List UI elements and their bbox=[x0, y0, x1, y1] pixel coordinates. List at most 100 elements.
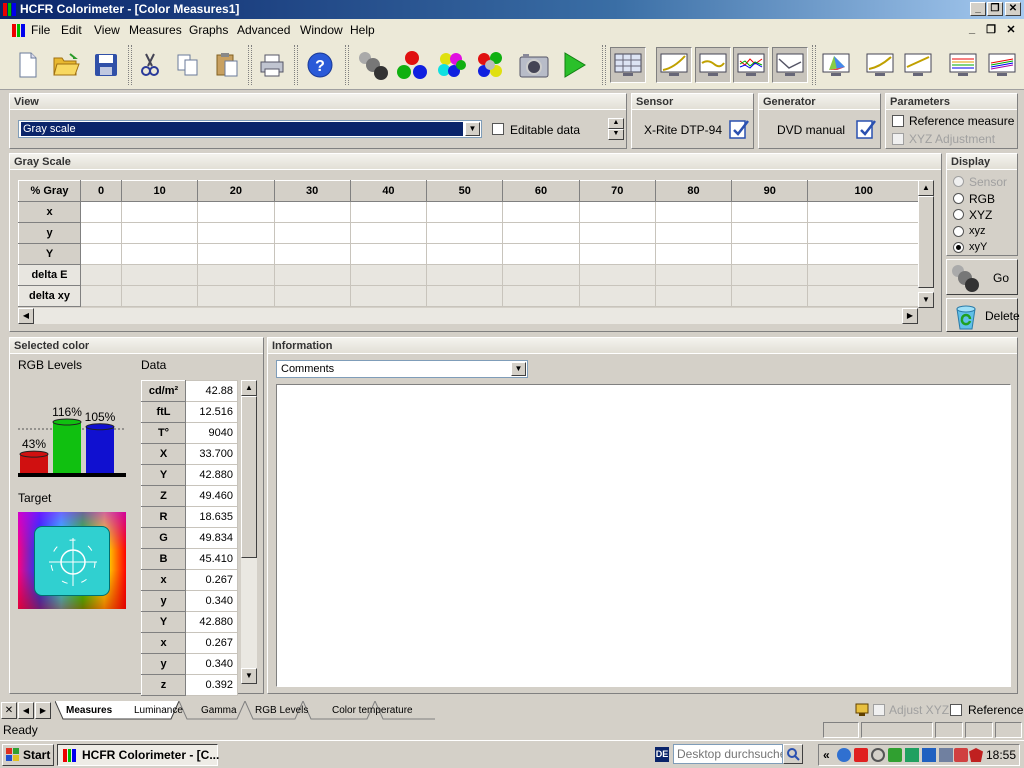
scroll-down-button[interactable]: ▼ bbox=[241, 668, 257, 684]
sensor-config-icon[interactable] bbox=[728, 118, 750, 140]
reference-measure-checkbox[interactable] bbox=[892, 115, 904, 127]
column-header[interactable]: 30 bbox=[273, 180, 351, 202]
tab-scroll-left-button[interactable]: ◀ bbox=[18, 702, 34, 719]
search-tray-icon[interactable] bbox=[871, 748, 885, 762]
menu-advanced[interactable]: Advanced bbox=[237, 23, 290, 37]
scroll-right-button[interactable]: ▶ bbox=[902, 308, 918, 324]
camera-icon[interactable] bbox=[516, 47, 552, 83]
scroll-left-button[interactable]: ◀ bbox=[18, 308, 34, 324]
table-vertical-scrollbar[interactable]: ▲ ▼ bbox=[918, 180, 934, 308]
close-view-button[interactable]: ✕ bbox=[1, 702, 17, 719]
scroll-thumb[interactable] bbox=[918, 196, 934, 288]
spin-down-button[interactable]: ▼ bbox=[608, 129, 624, 140]
comments-textarea[interactable] bbox=[276, 384, 1011, 687]
paste-icon[interactable] bbox=[209, 47, 245, 83]
menu-help[interactable]: Help bbox=[350, 23, 375, 37]
radio-xyz-lower[interactable] bbox=[953, 226, 964, 237]
update-icon[interactable] bbox=[888, 748, 902, 762]
measure-all-icon[interactable] bbox=[473, 47, 509, 83]
tab-color-temperature[interactable]: Color temperature bbox=[322, 702, 423, 720]
information-select[interactable]: Comments ▼ bbox=[276, 360, 528, 378]
tab-luminance[interactable]: Luminance bbox=[124, 702, 193, 720]
mdi-restore-button[interactable]: ❐ bbox=[984, 23, 998, 36]
reference-checkbox[interactable] bbox=[950, 704, 962, 716]
menu-edit[interactable]: Edit bbox=[61, 23, 82, 37]
luminance-graph-icon[interactable] bbox=[656, 47, 692, 83]
column-header[interactable]: 0 bbox=[79, 180, 123, 202]
editable-data-checkbox[interactable] bbox=[492, 123, 504, 135]
column-header[interactable]: 90 bbox=[731, 180, 809, 202]
menu-measures[interactable]: Measures bbox=[129, 23, 182, 37]
view-select[interactable]: Gray scale ▼ bbox=[18, 120, 482, 138]
tab-measures[interactable]: Measures bbox=[56, 702, 122, 720]
copy-icon[interactable] bbox=[170, 47, 206, 83]
table-horizontal-scrollbar[interactable]: ◀ ▶ bbox=[18, 308, 918, 324]
spin-up-button[interactable]: ▲ bbox=[608, 118, 624, 129]
security-shield-icon[interactable] bbox=[969, 748, 983, 762]
adjust-xyz-checkbox[interactable] bbox=[873, 704, 885, 716]
close-button[interactable]: ✕ bbox=[1005, 2, 1021, 16]
print-icon[interactable] bbox=[254, 47, 290, 83]
column-header[interactable]: 50 bbox=[426, 180, 504, 202]
menu-file[interactable]: File bbox=[31, 23, 50, 37]
generator-config-icon[interactable] bbox=[855, 118, 877, 140]
measure-gray-icon[interactable] bbox=[354, 47, 390, 83]
start-button[interactable]: Start bbox=[2, 744, 54, 766]
new-icon[interactable] bbox=[10, 47, 46, 83]
multi-graph-2-icon[interactable] bbox=[984, 47, 1020, 83]
scroll-down-button[interactable]: ▼ bbox=[918, 292, 934, 308]
antivirus-icon[interactable] bbox=[854, 748, 868, 762]
gamma-graph-icon[interactable] bbox=[695, 47, 731, 83]
near-black-graph-icon[interactable] bbox=[862, 47, 898, 83]
column-header[interactable]: 100 bbox=[807, 180, 920, 202]
connection-icon[interactable] bbox=[905, 748, 919, 762]
go-button[interactable]: Go bbox=[946, 259, 1018, 295]
tab-gamma[interactable]: Gamma bbox=[191, 702, 247, 720]
measure-primaries-icon[interactable] bbox=[394, 47, 430, 83]
scroll-up-button[interactable]: ▲ bbox=[241, 380, 257, 396]
taskbar-app-button[interactable]: HCFR Colorimeter - [C... bbox=[57, 744, 219, 766]
column-header[interactable]: 70 bbox=[578, 180, 656, 202]
mdi-minimize-button[interactable]: _ bbox=[965, 23, 979, 35]
multi-graph-icon[interactable] bbox=[945, 47, 981, 83]
measure-secondaries-icon[interactable] bbox=[433, 47, 469, 83]
radio-sensor[interactable] bbox=[953, 176, 964, 187]
desktop-search-input[interactable] bbox=[673, 744, 783, 764]
data-view-icon[interactable] bbox=[610, 47, 646, 83]
chevron-down-icon[interactable]: ▼ bbox=[511, 362, 526, 376]
column-header[interactable]: 10 bbox=[121, 180, 199, 202]
play-icon[interactable] bbox=[556, 47, 592, 83]
near-white-graph-icon[interactable] bbox=[900, 47, 936, 83]
tab-rgb-levels[interactable]: RGB Levels bbox=[245, 702, 318, 720]
tray-expand-icon[interactable]: « bbox=[823, 748, 830, 762]
scroll-up-button[interactable]: ▲ bbox=[918, 180, 934, 196]
monitor-icon[interactable] bbox=[939, 748, 953, 762]
delete-button[interactable]: Delete bbox=[946, 298, 1020, 332]
radio-xyy[interactable] bbox=[953, 242, 964, 253]
menu-view[interactable]: View bbox=[94, 23, 120, 37]
mdi-close-button[interactable]: ✕ bbox=[1004, 23, 1018, 36]
help-icon[interactable]: ? bbox=[302, 47, 338, 83]
xyz-adjustment-checkbox[interactable] bbox=[892, 133, 904, 145]
menu-graphs[interactable]: Graphs bbox=[189, 23, 228, 37]
menu-window[interactable]: Window bbox=[300, 23, 343, 37]
doc-icon[interactable] bbox=[12, 24, 26, 37]
network-icon[interactable] bbox=[837, 748, 851, 762]
open-icon[interactable] bbox=[48, 47, 84, 83]
color-temp-graph-icon[interactable] bbox=[772, 47, 808, 83]
minimize-button[interactable]: _ bbox=[970, 2, 986, 16]
tab-scroll-right-button[interactable]: ▶ bbox=[35, 702, 51, 719]
save-icon[interactable] bbox=[88, 47, 124, 83]
radio-rgb[interactable] bbox=[953, 193, 964, 204]
column-header[interactable]: 20 bbox=[197, 180, 275, 202]
column-header[interactable]: 60 bbox=[502, 180, 580, 202]
restore-button[interactable]: ❐ bbox=[987, 2, 1003, 16]
data-vertical-scrollbar[interactable]: ▲ ▼ bbox=[241, 380, 257, 684]
search-button[interactable] bbox=[783, 744, 803, 764]
rgb-levels-graph-icon[interactable] bbox=[733, 47, 769, 83]
language-indicator[interactable]: DE bbox=[655, 747, 669, 762]
chevron-down-icon[interactable]: ▼ bbox=[465, 122, 480, 136]
scroll-thumb[interactable] bbox=[241, 396, 257, 558]
cie-chart-icon[interactable] bbox=[818, 47, 854, 83]
column-header[interactable]: 40 bbox=[349, 180, 428, 202]
